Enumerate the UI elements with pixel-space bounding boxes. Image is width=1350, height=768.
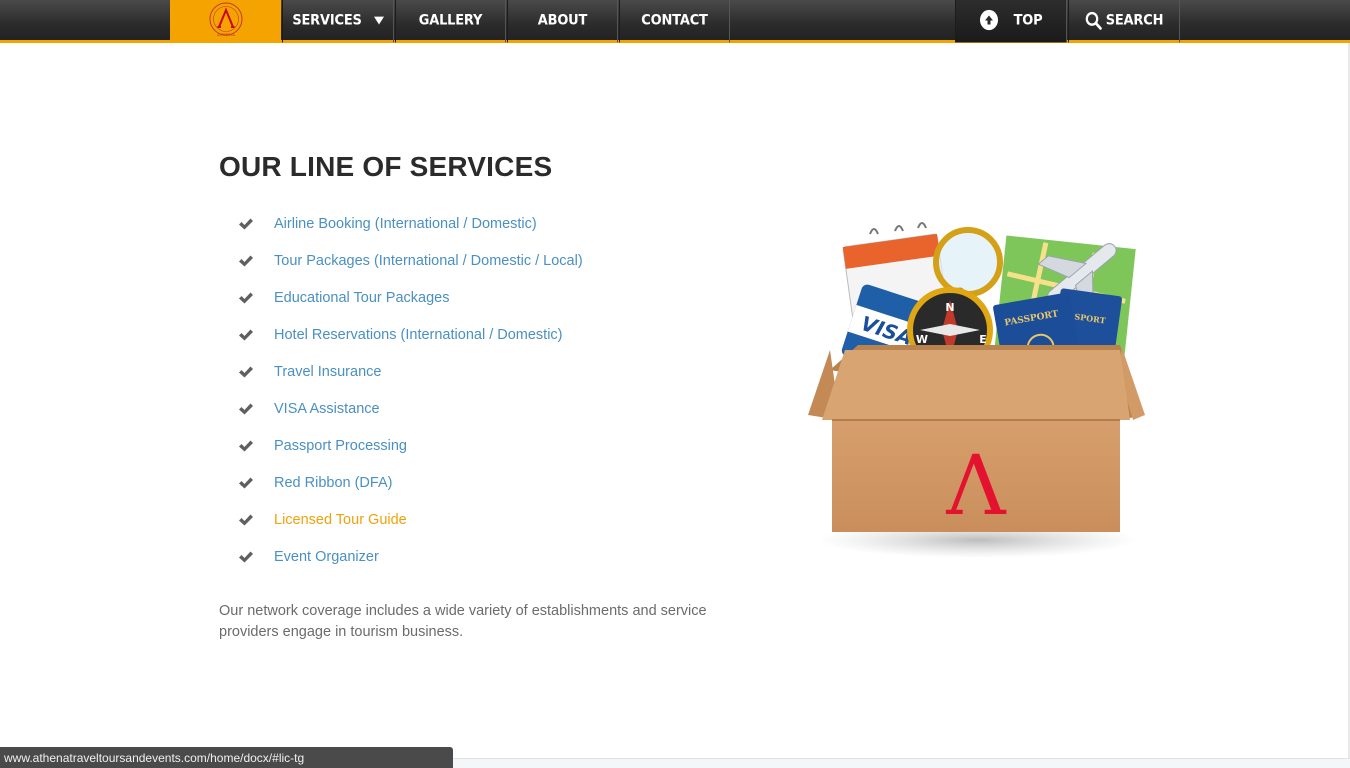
checkmark-icon [239,477,253,488]
list-item: Passport Processing [238,427,583,464]
svg-text:ATHENA: ATHENA [215,32,234,37]
arrow-up-circle-icon [979,9,998,31]
logo-home-link[interactable]: ATHENA [170,0,281,40]
list-item: Red Ribbon (DFA) [238,464,583,501]
checkmark-icon [239,292,253,303]
checkmark-icon [239,255,253,266]
checkmark-icon [239,551,253,562]
service-link-licensed-tour-guide[interactable]: Licensed Tour Guide [274,512,407,528]
list-item: Tour Packages (International / Domestic … [238,242,583,279]
nav-gallery-label: GALLERY [418,11,483,29]
checkmark-icon [239,329,253,340]
nav-about-label: ABOUT [537,11,588,29]
services-list: Airline Booking (International / Domesti… [238,205,583,575]
service-link-visa-assistance[interactable]: VISA Assistance [274,401,380,417]
checkmark-icon [239,366,253,377]
nav-gallery-link[interactable]: GALLERY [395,0,506,43]
list-item: Event Organizer [238,538,583,575]
list-item: Licensed Tour Guide [238,501,583,538]
service-link-tour-packages[interactable]: Tour Packages (International / Domestic … [274,253,583,269]
svg-text:N: N [945,301,954,314]
list-item: Travel Insurance [238,353,583,390]
list-item: Hotel Reservations (International / Dome… [238,316,583,353]
service-link-educational-tours[interactable]: Educational Tour Packages [274,290,449,306]
box-logo: Λ [945,439,1007,534]
travel-box-illustration: VISA N W E SPORT PASSPORT Λ [808,222,1145,558]
checkmark-icon [239,218,253,229]
svg-text:W: W [916,333,928,346]
checkmark-icon [239,440,253,451]
search-label: SEARCH [1105,11,1164,29]
checkmark-icon [239,514,253,525]
service-link-hotel-reservations[interactable]: Hotel Reservations (International / Dome… [274,327,563,343]
status-bar-url: www.athenatraveltoursandevents.com/home/… [0,747,453,768]
list-item: Educational Tour Packages [238,279,583,316]
service-link-event-organizer[interactable]: Event Organizer [274,549,379,565]
search-button[interactable]: SEARCH [1068,0,1180,43]
chevron-down-icon [373,16,384,24]
service-link-passport-processing[interactable]: Passport Processing [274,438,407,454]
page-title: OUR LINE OF SERVICES [219,151,553,182]
back-to-top-button[interactable]: TOP [955,0,1067,43]
top-label: TOP [1013,11,1043,29]
nav-services-label: SERVICES [292,11,362,29]
svg-text:E: E [979,333,987,346]
footer-strip [453,758,1350,768]
search-icon [1085,11,1102,30]
nav-services-menu[interactable]: SERVICES [282,0,394,43]
athena-logo-icon: ATHENA [209,2,242,37]
nav-about-link[interactable]: ABOUT [507,0,618,43]
top-navbar: ATHENA SERVICES GALLERY ABOUT CONTACT TO… [0,0,1350,43]
service-link-red-ribbon[interactable]: Red Ribbon (DFA) [274,475,392,491]
coverage-description: Our network coverage includes a wide var… [219,603,707,640]
list-item: VISA Assistance [238,390,583,427]
service-link-travel-insurance[interactable]: Travel Insurance [274,364,381,380]
service-link-airline-booking[interactable]: Airline Booking (International / Domesti… [274,216,537,232]
checkmark-icon [239,403,253,414]
nav-contact-label: CONTACT [641,11,708,29]
list-item: Airline Booking (International / Domesti… [238,205,583,242]
nav-contact-link[interactable]: CONTACT [619,0,730,43]
